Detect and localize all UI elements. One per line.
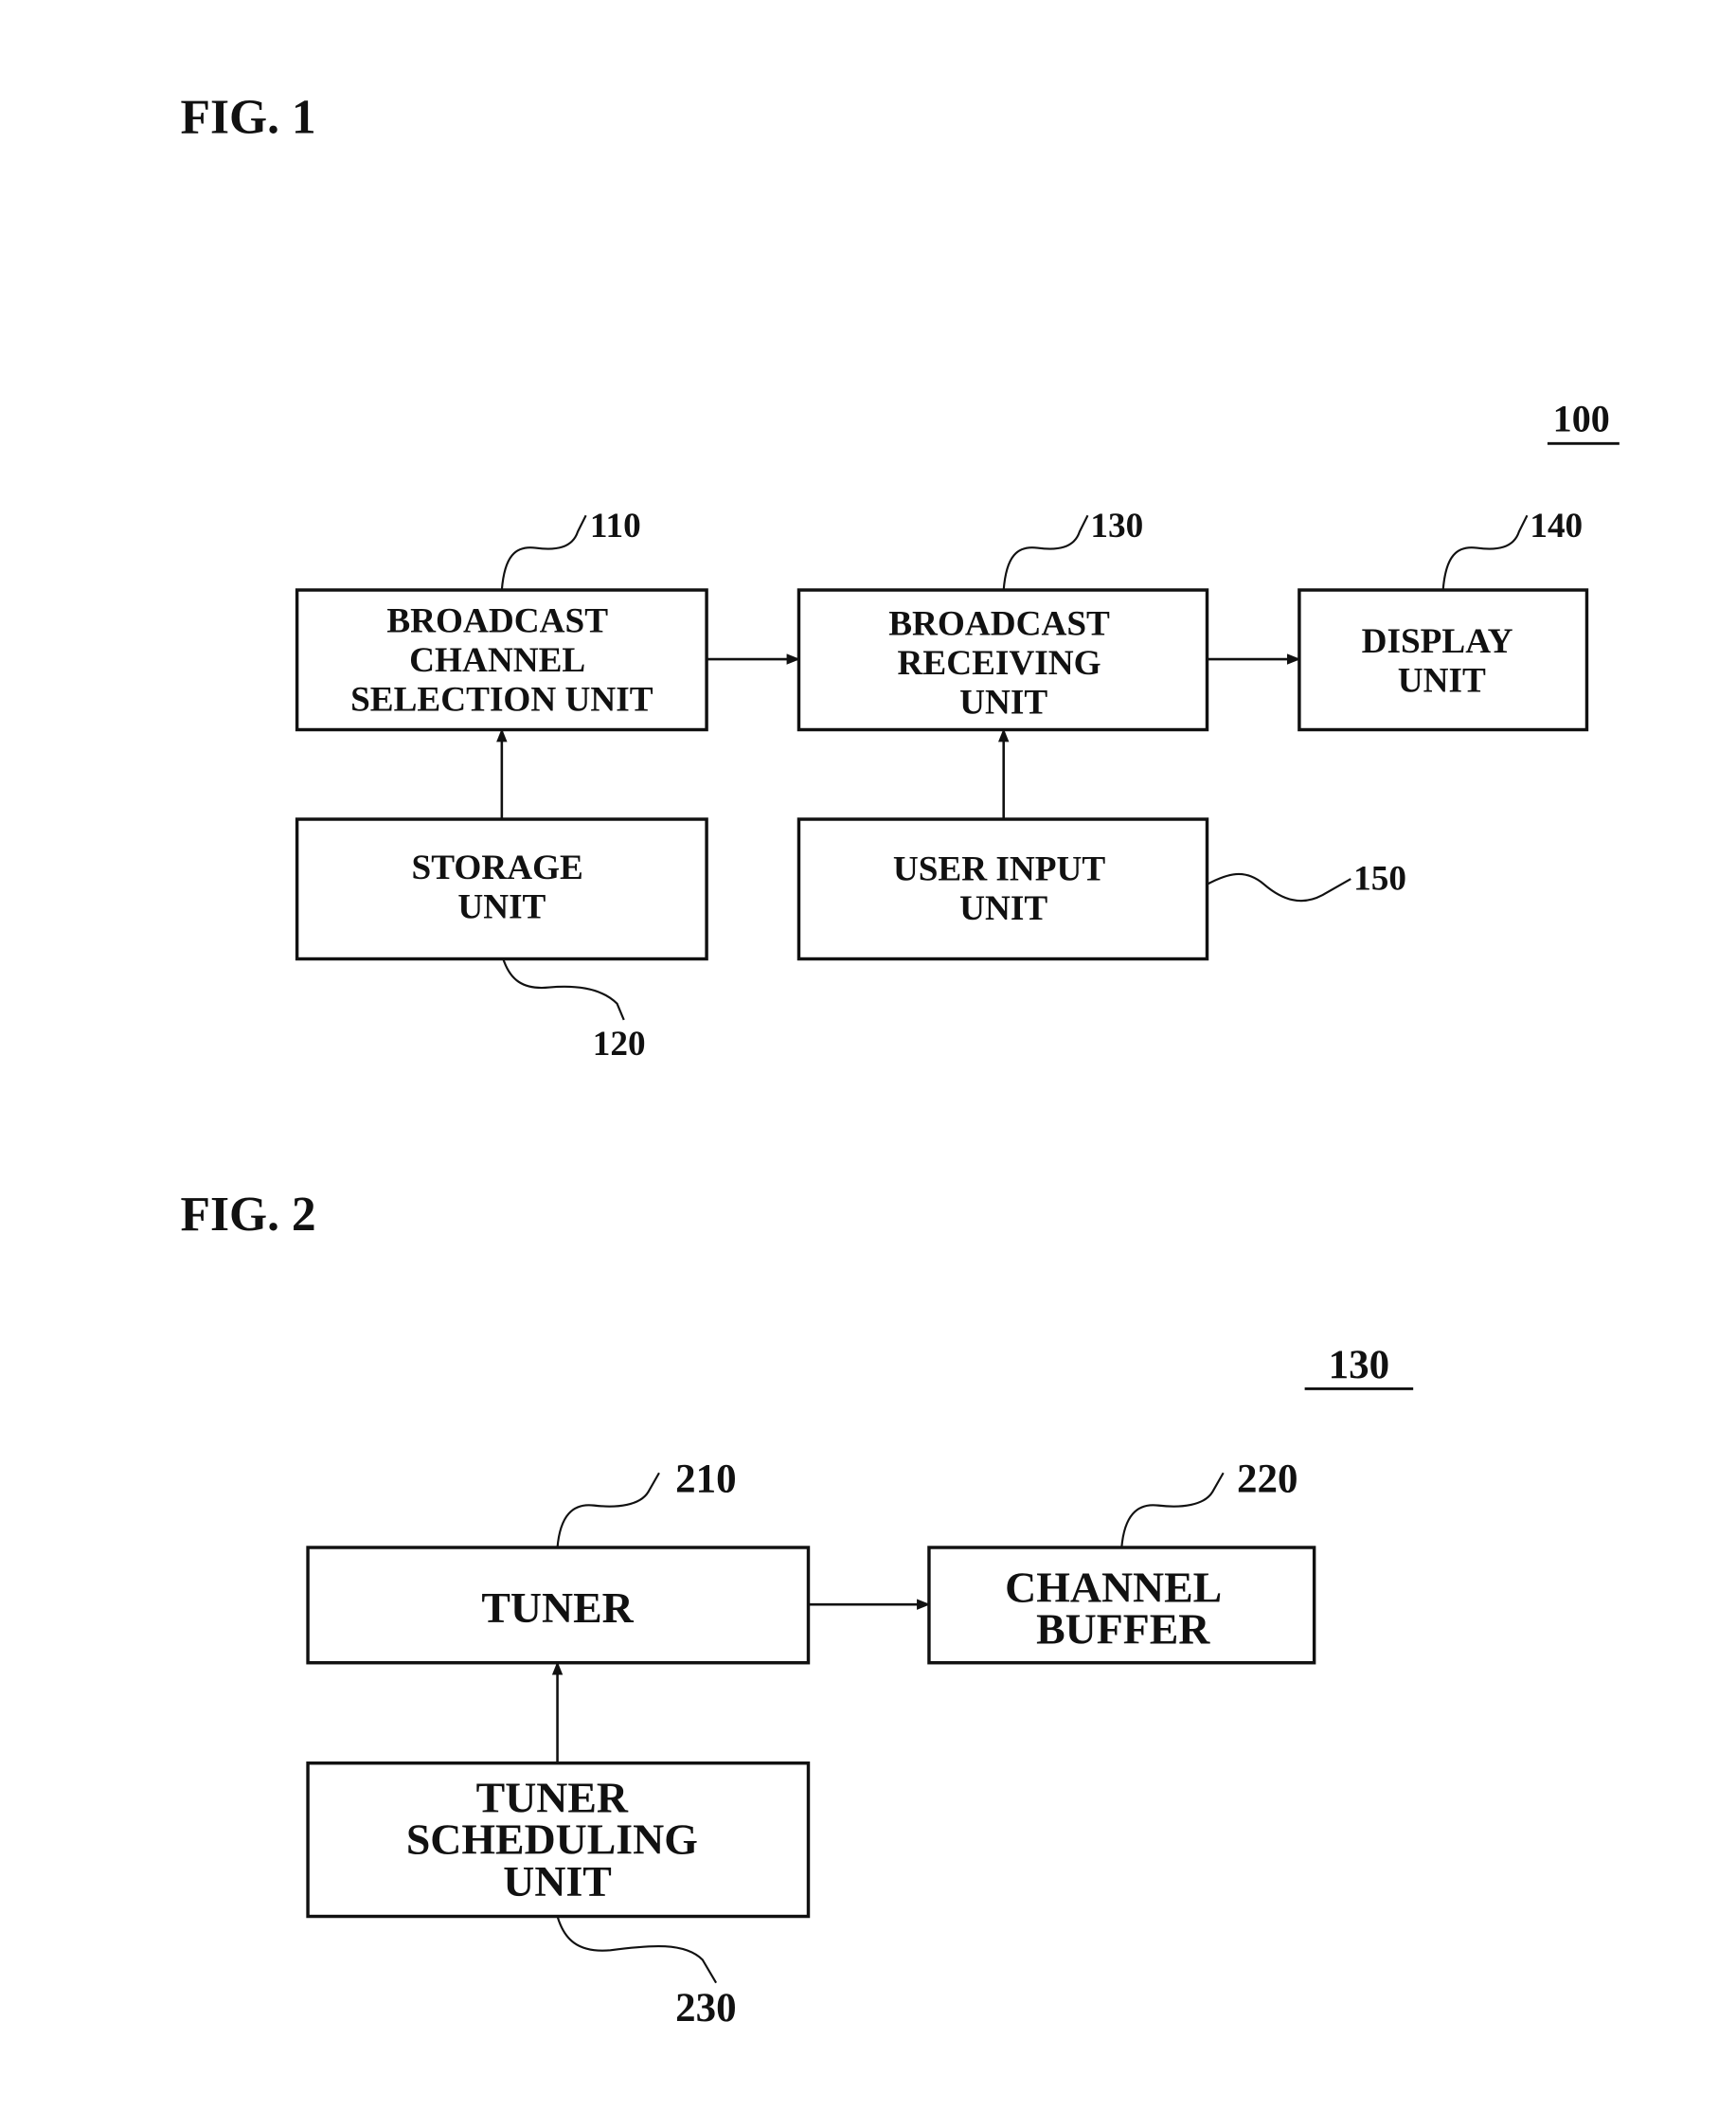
block-130-line-1: BROADCAST [888,604,1110,643]
figure-2-title: FIG. 2 [180,1188,315,1242]
ref-label-120: 120 [593,1025,646,1064]
figure-2: FIG. 2 130 TUNER 210 CHANNEL BUFFER 220 … [180,1188,1414,2030]
block-130-line-2: RECEIVING [898,644,1101,683]
ref-label-110: 110 [590,507,641,545]
leader-line-130 [1002,514,1089,591]
block-storage-unit: STORAGE UNIT [295,817,708,961]
figure-1: FIG. 1 100 BROADCAST CHANNEL SELECTION U… [180,90,1620,1064]
block-display-unit: DISPLAY UNIT [1298,588,1589,732]
block-120-line-1: STORAGE [412,849,583,887]
block-120-line-2: UNIT [457,888,546,927]
ref-label-210: 210 [675,1457,736,1501]
ref-label-140: 140 [1530,507,1583,545]
leader-line-140 [1441,514,1529,591]
block-150-line-1: USER INPUT [893,849,1106,888]
ref-label-220: 220 [1237,1457,1298,1501]
system-ref-100: 100 [1553,397,1610,439]
block-user-input-unit: USER INPUT UNIT [796,817,1209,961]
block-110-line-1: BROADCAST [386,601,608,640]
block-broadcast-receiving-unit: BROADCAST RECEIVING UNIT [796,588,1209,732]
block-channel-buffer: CHANNEL BUFFER [927,1546,1316,1665]
block-110-line-2: CHANNEL [409,641,585,680]
ref-label-130: 130 [1090,507,1143,545]
block-230-line-2: SCHEDULING [406,1815,698,1864]
leader-line-210 [556,1472,660,1548]
block-230-line-1: TUNER [476,1773,629,1821]
block-150-line-2: UNIT [959,889,1047,928]
ref-label-230: 230 [675,1986,736,2030]
block-broadcast-channel-selection-unit: BROADCAST CHANNEL SELECTION UNIT [295,588,708,732]
block-110-line-3: SELECTION UNIT [350,680,653,719]
ref-label-150: 150 [1353,859,1406,898]
block-tuner-scheduling-unit: TUNER SCHEDULING UNIT [306,1761,811,1919]
svg-text:TUNER: TUNER [481,1583,634,1632]
leader-line-230 [556,1916,718,1984]
leader-line-120 [502,958,625,1021]
block-140-line-2: UNIT [1398,661,1486,700]
figure-1-title: FIG. 1 [180,90,315,144]
leader-line-110 [500,514,587,591]
svg-text:CHANNEL BUFFER: CHANNEL BUFFER [1005,1563,1233,1653]
leader-line-220 [1120,1472,1225,1548]
patent-drawing: FIG. 1 100 BROADCAST CHANNEL SELECTION U… [180,90,1620,2030]
leader-line-150 [1207,872,1351,903]
block-tuner: TUNER [306,1546,811,1665]
block-210-line-1: TUNER [481,1583,634,1632]
block-130-line-3: UNIT [959,683,1047,722]
block-220-line-2: BUFFER [1036,1605,1210,1654]
block-220-line-1: CHANNEL [1005,1563,1222,1611]
block-230-line-3: UNIT [503,1857,612,1905]
system-ref-130: 130 [1329,1343,1389,1387]
block-140-line-1: DISPLAY [1362,622,1513,661]
